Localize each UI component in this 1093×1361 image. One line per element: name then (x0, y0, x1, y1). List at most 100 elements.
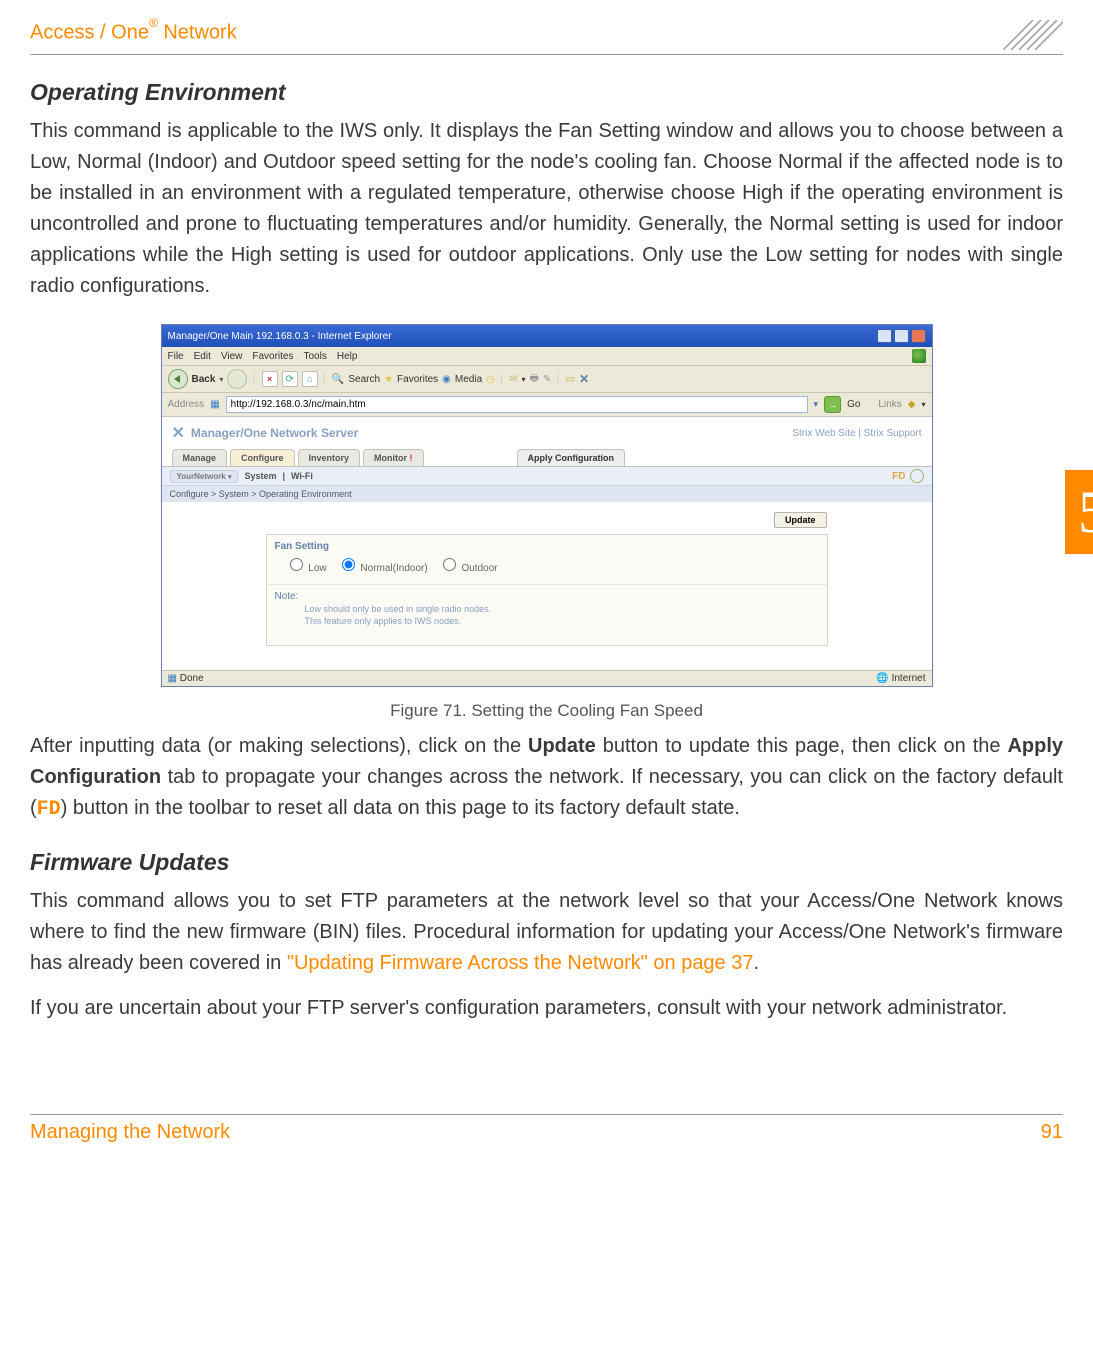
title-suffix: Network (158, 22, 237, 44)
mail-icon[interactable]: ✉ (509, 374, 517, 385)
fan-setting-group: Fan Setting Low Normal(Indoor) Outdoor (267, 535, 827, 585)
radio-normal-input[interactable] (342, 558, 355, 571)
header-decor-icon (1003, 20, 1063, 50)
footer-section-title: Managing the Network (30, 1121, 230, 1144)
search-icon[interactable]: 🔍 (332, 374, 344, 385)
tab-monitor[interactable]: Monitor ! (363, 449, 424, 466)
sysbar-system[interactable]: System (244, 471, 276, 481)
history-icon[interactable]: ◷ (486, 374, 495, 385)
system-bar: YourNetwork ▾ System | Wi-Fi FD (162, 466, 932, 485)
status-bar: ▦ Done 🌐 Internet (162, 670, 932, 686)
sysbar-sep: | (282, 471, 285, 481)
page-number: 91 (1041, 1121, 1063, 1144)
figure-71: Manager/One Main 192.168.0.3 - Internet … (30, 324, 1063, 721)
heading-firmware-updates: Firmware Updates (30, 849, 1063, 876)
radio-normal-label: Normal(Indoor) (360, 563, 427, 574)
update-button[interactable]: Update (774, 512, 827, 528)
paragraph-operating-environment: This command is applicable to the IWS on… (30, 116, 1063, 302)
page-content: ✕ Manager/One Network Server Strix Web S… (162, 417, 932, 670)
radio-low-input[interactable] (290, 558, 303, 571)
address-dropdown-icon[interactable]: ▾ (814, 399, 819, 410)
maximize-button[interactable] (894, 329, 909, 343)
back-dropdown-icon[interactable]: ▾ (219, 375, 223, 384)
favorites-star-icon[interactable]: ★ (384, 374, 393, 385)
network-dropdown[interactable]: YourNetwork ▾ (170, 470, 239, 483)
radio-outdoor[interactable]: Outdoor (438, 555, 498, 574)
link-updating-firmware[interactable]: "Updating Firmware Across the Network" o… (287, 952, 754, 974)
fd-inline: FD (37, 798, 61, 821)
go-button[interactable]: → (824, 396, 841, 413)
radio-normal[interactable]: Normal(Indoor) (337, 555, 428, 574)
chevron-down-icon: ▾ (228, 474, 232, 481)
paragraph-firmware-1: This command allows you to set FTP param… (30, 886, 1063, 979)
settings-form: Fan Setting Low Normal(Indoor) Outdoor N… (266, 534, 828, 646)
globe-icon: 🌐 (876, 673, 888, 684)
browser-window: Manager/One Main 192.168.0.3 - Internet … (161, 324, 933, 687)
window-titlebar: Manager/One Main 192.168.0.3 - Internet … (162, 325, 932, 347)
tab-configure[interactable]: Configure (230, 449, 295, 466)
paragraph-firmware-2: If you are uncertain about your FTP serv… (30, 993, 1063, 1024)
registered-mark: ® (149, 16, 158, 30)
note-group: Note: Low should only be used in single … (267, 585, 827, 645)
go-label: Go (847, 399, 860, 410)
note-line-1: Low should only be used in single radio … (305, 604, 819, 616)
note-line-2: This feature only applies to IWS nodes. (305, 616, 819, 628)
breadcrumb-text: Configure > System > Operating Environme… (170, 489, 352, 499)
menu-file[interactable]: File (168, 351, 184, 362)
forward-button[interactable] (227, 369, 247, 389)
menu-tools[interactable]: Tools (303, 351, 326, 362)
strix-x-icon[interactable]: ✕ (579, 372, 589, 386)
edit-icon[interactable]: ✎ (543, 374, 551, 385)
menu-bar: File Edit View Favorites Tools Help (162, 347, 932, 366)
note-title: Note: (275, 591, 819, 602)
print-icon[interactable]: 🖶 (530, 371, 539, 388)
factory-default-button[interactable]: FD (892, 469, 923, 483)
server-links[interactable]: Strix Web Site | Strix Support (792, 428, 921, 439)
config-panel: Update Fan Setting Low Normal(Indoor) Ou… (162, 502, 932, 670)
media-label[interactable]: Media (455, 374, 482, 385)
main-tabs: Manage Configure Inventory Monitor ! App… (162, 449, 932, 466)
menu-edit[interactable]: Edit (194, 351, 211, 362)
links-label[interactable]: Links (878, 399, 901, 410)
close-button[interactable] (911, 329, 926, 343)
refresh-button[interactable]: ⟳ (282, 371, 298, 387)
heading-operating-environment: Operating Environment (30, 79, 1063, 106)
favorites-label[interactable]: Favorites (397, 374, 438, 385)
page-header: Access / One® Network (30, 20, 1063, 55)
fd-text: FD (892, 471, 905, 482)
radio-low-label: Low (308, 563, 326, 574)
tab-inventory[interactable]: Inventory (298, 449, 361, 466)
figure-caption: Figure 71. Setting the Cooling Fan Speed (390, 701, 703, 721)
tab-manage[interactable]: Manage (172, 449, 228, 466)
folder-icon[interactable]: ▭ (566, 374, 575, 385)
status-done: ▦ Done (168, 673, 204, 684)
sysbar-wifi[interactable]: Wi-Fi (291, 471, 313, 481)
tab-apply-configuration[interactable]: Apply Configuration (517, 449, 626, 466)
strix-logo-icon: ✕ (172, 423, 185, 443)
radio-low[interactable]: Low (285, 555, 327, 574)
address-label: Address (168, 399, 205, 410)
page-footer: Managing the Network 91 (30, 1115, 1063, 1144)
menu-favorites[interactable]: Favorites (252, 351, 293, 362)
menu-view[interactable]: View (221, 351, 243, 362)
window-title: Manager/One Main 192.168.0.3 - Internet … (168, 331, 392, 342)
radio-outdoor-input[interactable] (443, 558, 456, 571)
tab-monitor-label: Monitor (374, 453, 407, 463)
back-label: Back (192, 374, 216, 385)
home-button[interactable]: ⌂ (302, 371, 318, 387)
toolbar: Back ▾ │ × ⟳ ⌂ │ 🔍 Search ★ Favorites ◉ … (162, 366, 932, 393)
address-input[interactable] (226, 396, 808, 413)
media-icon[interactable]: ◉ (442, 374, 451, 385)
ie-logo-icon (912, 349, 926, 363)
refresh-icon[interactable] (910, 469, 924, 483)
back-button[interactable] (168, 369, 188, 389)
stop-button[interactable]: × (262, 371, 278, 387)
minimize-button[interactable] (877, 329, 892, 343)
menu-help[interactable]: Help (337, 351, 358, 362)
chapter-tab: 5 (1065, 470, 1093, 554)
fan-setting-title: Fan Setting (275, 541, 819, 552)
search-label[interactable]: Search (348, 374, 380, 385)
page-icon: ▦ (210, 399, 219, 410)
title-prefix: Access / One (30, 22, 149, 44)
norton-icon[interactable]: ◆ (908, 399, 916, 410)
